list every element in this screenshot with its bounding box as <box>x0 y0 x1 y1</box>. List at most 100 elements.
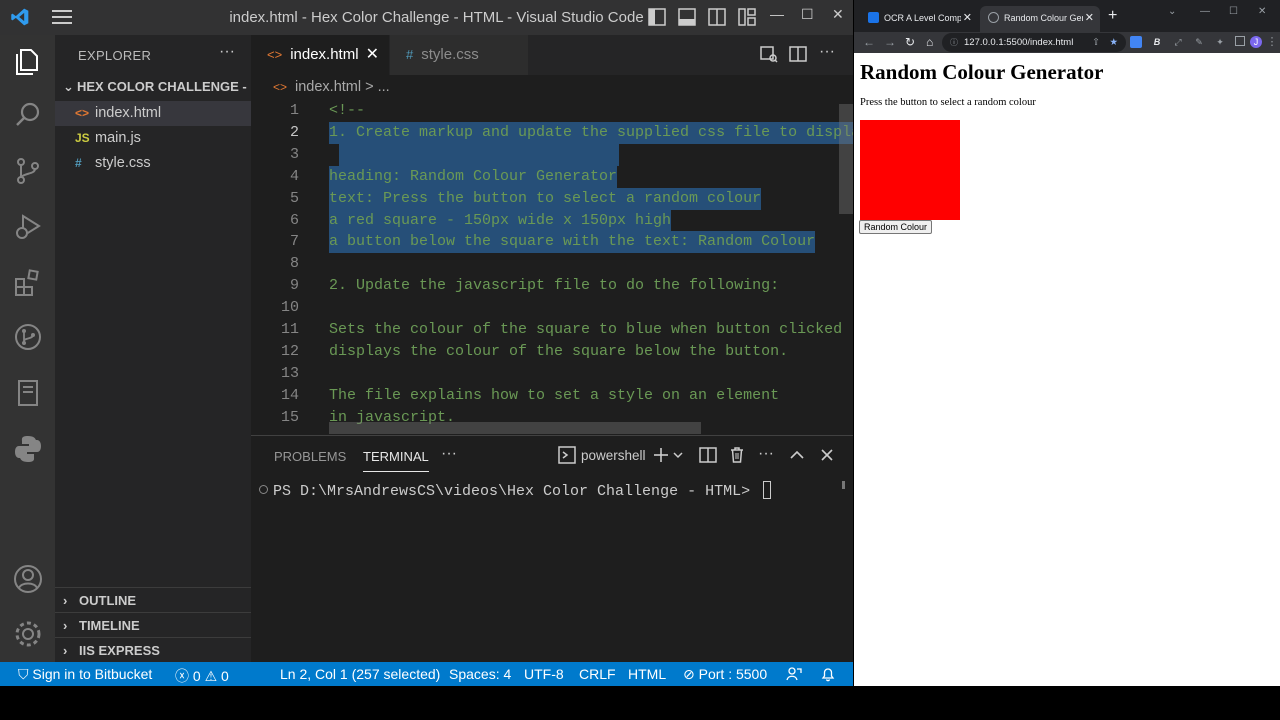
split-terminal-icon[interactable] <box>699 446 717 464</box>
share-icon[interactable]: ⇪ <box>1092 33 1100 52</box>
bs-extension-icon[interactable]: B <box>1151 36 1163 48</box>
new-terminal-icon[interactable] <box>652 446 670 464</box>
code-line[interactable]: 7 a button below the square with the text… <box>251 231 853 254</box>
code-line[interactable]: 4 heading: Random Colour Generator <box>251 165 853 188</box>
side-panel-icon[interactable] <box>1235 36 1245 46</box>
tab-style-css[interactable]: # style.css <box>390 35 528 75</box>
customize-layout-icon[interactable] <box>738 8 756 26</box>
color-picker-extension-icon[interactable]: ✎ <box>1193 36 1205 48</box>
random-colour-button[interactable]: Random Colour <box>859 220 933 234</box>
terminal-scrollbar[interactable] <box>842 481 845 489</box>
browser-menu-icon[interactable]: ⋮ <box>1266 36 1278 48</box>
extension-icon[interactable] <box>1130 36 1142 48</box>
encoding-status[interactable]: UTF-8 <box>524 666 564 682</box>
tab-index-html[interactable]: <> index.html ✕ <box>251 35 389 75</box>
eol-status[interactable]: CRLF <box>579 666 616 682</box>
code-line[interactable]: 8 <box>251 253 853 275</box>
explorer-icon[interactable] <box>12 45 44 77</box>
live-server-status[interactable]: ⊘ Port : 5500 <box>683 666 767 683</box>
code-line[interactable]: 1 <!-- <box>251 100 853 122</box>
editor-vertical-scrollbar[interactable] <box>839 100 853 435</box>
explorer-more-button[interactable]: ··· <box>219 43 235 61</box>
language-mode[interactable]: HTML <box>628 666 666 682</box>
profile-avatar[interactable]: J <box>1250 36 1262 48</box>
toggle-panel-icon[interactable] <box>678 8 696 26</box>
account-icon[interactable] <box>12 563 44 595</box>
code-line[interactable]: 14 The file explains how to set a style o… <box>251 385 853 407</box>
bitbucket-status[interactable]: ⛉ Sign in to Bitbucket <box>18 666 152 683</box>
code-line[interactable]: 10 <box>251 297 853 319</box>
back-arrow-icon[interactable]: ← <box>863 35 875 49</box>
editor-more-button[interactable]: ··· <box>819 43 835 61</box>
settings-gear-icon[interactable] <box>12 618 44 650</box>
notebook-icon[interactable] <box>12 377 44 409</box>
workspace-folder[interactable]: ⌄ HEX COLOR CHALLENGE - ... <box>55 79 251 101</box>
address-bar[interactable]: ⓘ 127.0.0.1:5500/index.html ⇪ ★ <box>942 33 1126 52</box>
browser-tab-ocr[interactable]: OCR A Level Computi ✕ <box>860 6 978 32</box>
tab-search-chevron-icon[interactable]: ⌄ <box>1168 6 1176 17</box>
close-window-button[interactable]: ✕ <box>832 6 844 23</box>
cursor-position[interactable]: Ln 2, Col 1 (257 selected) <box>280 666 440 682</box>
maximize-button[interactable]: ☐ <box>801 6 814 23</box>
tab-problems[interactable]: PROBLEMS <box>274 449 346 464</box>
close-tab-icon[interactable]: ✕ <box>960 6 972 30</box>
file-style-css[interactable]: # style.css <box>55 151 251 176</box>
file-main-js[interactable]: JS main.js <box>55 126 251 151</box>
reload-icon[interactable]: ↻ <box>905 35 915 49</box>
feedback-icon[interactable] <box>786 666 802 682</box>
terminal-shell-name[interactable]: powershell <box>581 448 646 463</box>
browser-minimize-button[interactable]: — <box>1200 6 1210 17</box>
screenshot-extension-icon[interactable]: ⤢ <box>1172 36 1184 48</box>
tab-terminal[interactable]: TERMINAL <box>363 449 429 472</box>
extensions-puzzle-icon[interactable]: ✦ <box>1214 36 1226 48</box>
code-line[interactable]: 6 a red square - 150px wide x 150px high <box>251 209 853 232</box>
code-editor[interactable]: 1 <!-- 2 1. Create markup and update the su… <box>251 100 853 435</box>
python-icon[interactable] <box>12 433 44 465</box>
minimize-button[interactable]: — <box>770 6 784 22</box>
code-line[interactable]: 13 <box>251 363 853 385</box>
chevron-up-icon[interactable] <box>788 446 806 464</box>
git-graph-icon[interactable] <box>12 321 44 353</box>
code-line[interactable]: 9 2. Update the javascript file to do the… <box>251 275 853 297</box>
code-line[interactable]: 12 displays the colour of the square belo… <box>251 341 853 363</box>
run-debug-icon[interactable] <box>12 210 44 242</box>
indentation-status[interactable]: Spaces: 4 <box>449 666 511 682</box>
split-editor-icon[interactable] <box>789 45 807 63</box>
chevron-right-icon: › <box>63 593 68 608</box>
forward-arrow-icon[interactable]: → <box>884 35 896 49</box>
search-icon[interactable] <box>12 99 44 131</box>
editor-horizontal-scrollbar[interactable] <box>329 422 701 434</box>
browser-close-button[interactable]: ✕ <box>1258 6 1266 17</box>
outline-section[interactable]: › OUTLINE <box>55 587 251 612</box>
iis-express-section[interactable]: › IIS EXPRESS <box>55 637 251 662</box>
breadcrumb-rest[interactable]: ... <box>378 79 390 95</box>
terminal-output[interactable]: PS D:\MrsAndrewsCS\videos\Hex Color Chal… <box>259 481 772 500</box>
timeline-section[interactable]: › TIMELINE <box>55 612 251 637</box>
toggle-sidebar-icon[interactable] <box>648 8 666 26</box>
scrollbar-thumb[interactable] <box>839 104 853 214</box>
terminal-more-button[interactable]: ··· <box>758 445 774 463</box>
toggle-secondary-sidebar-icon[interactable] <box>708 8 726 26</box>
new-tab-button[interactable]: + <box>1108 7 1117 25</box>
close-tab-icon[interactable]: ✕ <box>1082 6 1094 30</box>
extensions-icon[interactable] <box>12 267 44 299</box>
code-line[interactable]: 2 1. Create markup and update the supplie… <box>251 121 853 144</box>
file-index-html[interactable]: <> index.html <box>55 101 251 126</box>
panel-more-button[interactable]: ··· <box>441 445 457 463</box>
source-control-icon[interactable] <box>12 155 44 187</box>
home-icon[interactable]: ⌂ <box>926 35 933 49</box>
notifications-bell-icon[interactable] <box>820 666 836 682</box>
browser-maximize-button[interactable]: ☐ <box>1229 6 1238 17</box>
close-panel-icon[interactable] <box>818 446 836 464</box>
breadcrumb-file[interactable]: index.html <box>295 79 361 95</box>
code-line[interactable]: 3 <box>251 143 853 166</box>
browser-tab-random-colour[interactable]: Random Colour Gene ✕ <box>980 6 1100 32</box>
problems-status[interactable]: ⓧ 0 ⚠ 0 <box>175 666 229 686</box>
chevron-down-icon[interactable] <box>672 446 684 464</box>
code-line[interactable]: 11 Sets the colour of the square to blue … <box>251 319 853 341</box>
bookmark-star-icon[interactable]: ★ <box>1109 33 1118 52</box>
trash-icon[interactable] <box>728 446 746 464</box>
open-preview-icon[interactable] <box>760 45 778 63</box>
code-line[interactable]: 5 text: Press the button to select a rand… <box>251 187 853 210</box>
close-tab-icon[interactable]: ✕ <box>366 35 379 75</box>
